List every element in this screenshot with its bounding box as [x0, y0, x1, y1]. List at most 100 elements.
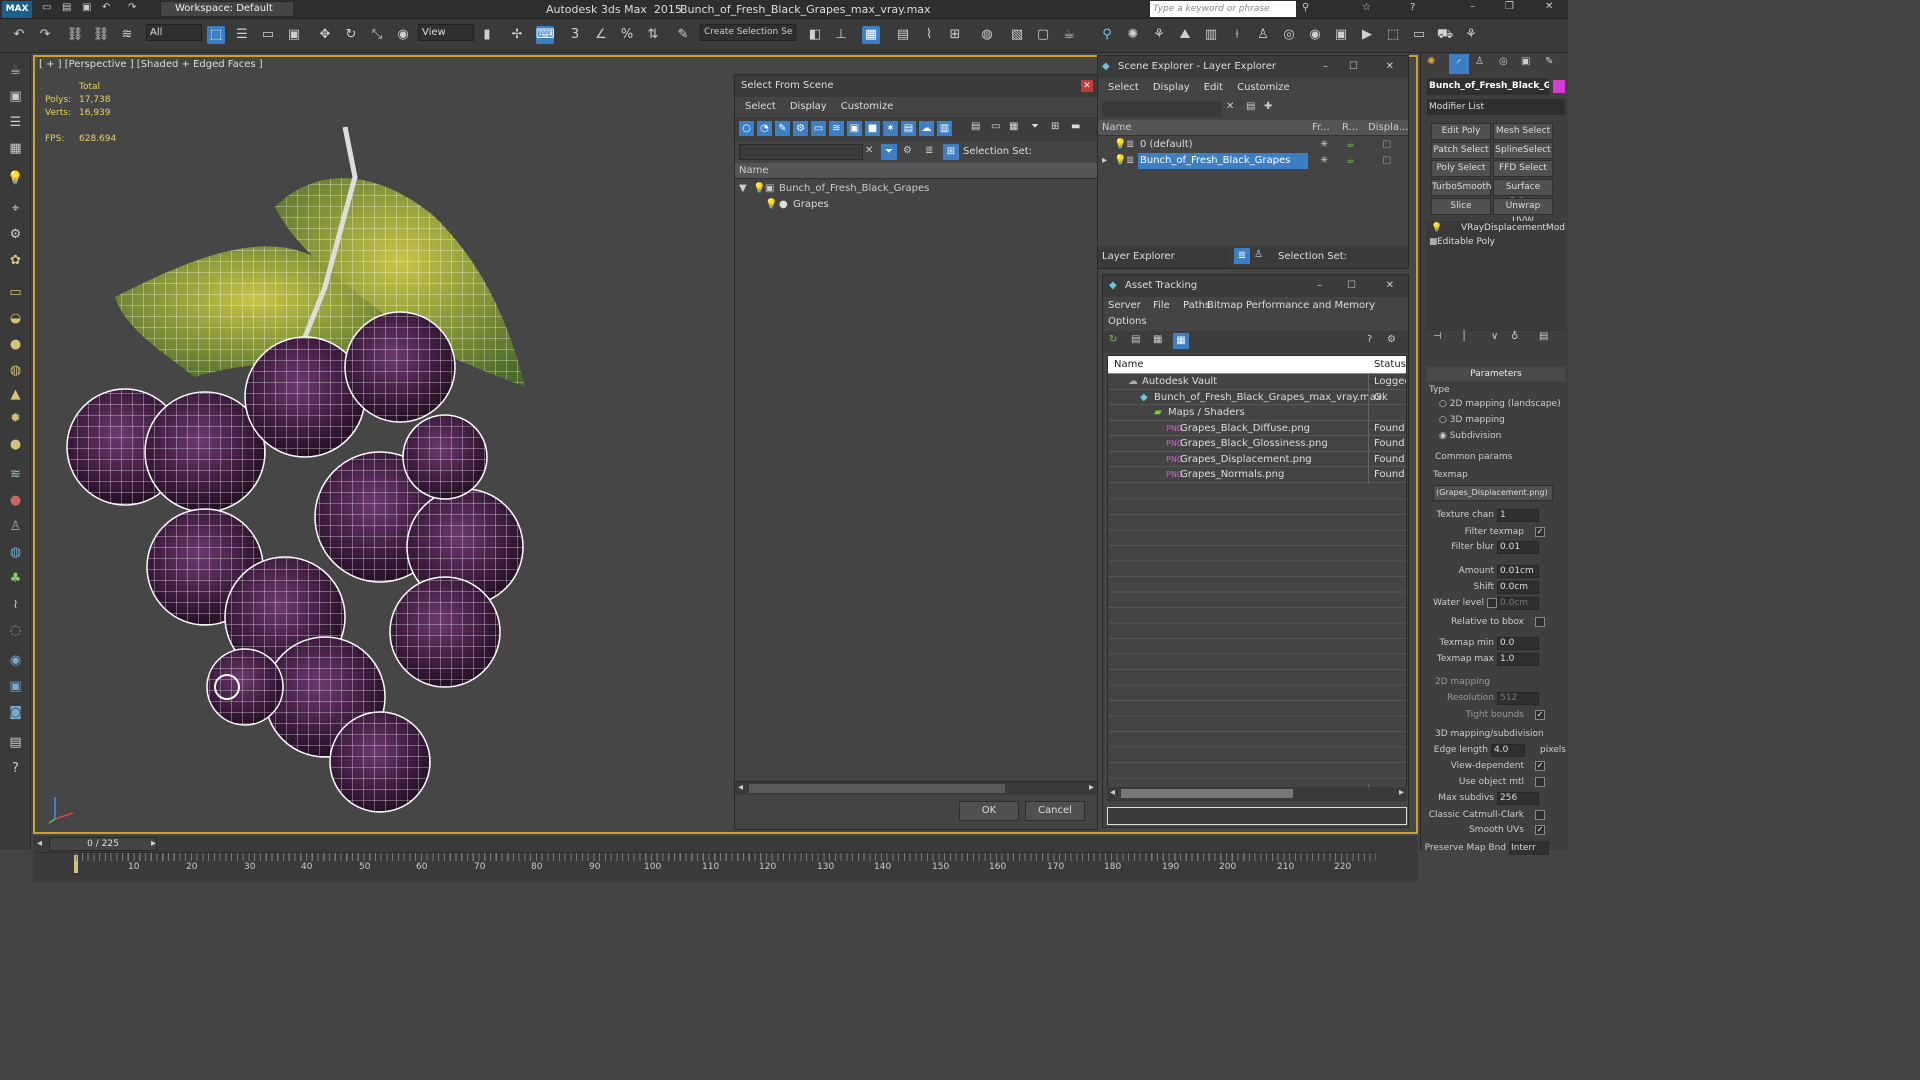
- water-level-checkbox[interactable]: [1487, 598, 1497, 608]
- help-icon[interactable]: ?: [1410, 2, 1415, 13]
- open-file-icon[interactable]: ▤: [62, 2, 71, 13]
- filter-helpers-icon[interactable]: ▭: [811, 121, 826, 136]
- radio-3d-mapping[interactable]: ○ 3D mapping: [1439, 415, 1505, 425]
- lightbulb-icon[interactable]: 💡: [1114, 137, 1126, 153]
- workspace-dropdown[interactable]: Workspace: Default: [160, 1, 294, 17]
- close-dialog-icon[interactable]: ✕: [1081, 80, 1093, 92]
- filter-geometry-icon[interactable]: ○: [739, 121, 754, 136]
- close-icon[interactable]: ✕: [1386, 56, 1394, 78]
- box-icon[interactable]: ▣: [6, 87, 25, 106]
- relative-to-bbox-checkbox[interactable]: [1535, 617, 1545, 627]
- select-manipulate-icon[interactable]: ✢: [508, 26, 526, 44]
- water-level-spinner[interactable]: 0.0cm: [1497, 597, 1539, 610]
- selection-filter-dropdown[interactable]: All: [146, 24, 202, 41]
- column-frozen[interactable]: Fr...: [1312, 120, 1330, 136]
- snap-toggle-icon[interactable]: 3: [566, 26, 584, 44]
- redo-icon[interactable]: ↷: [36, 26, 54, 44]
- vray-render-icon[interactable]: ◎: [1280, 26, 1298, 44]
- menu-customize[interactable]: Customize: [1233, 78, 1294, 98]
- display-box-icon[interactable]: ▢: [1382, 137, 1391, 153]
- asset-row[interactable]: ▰ Maps / Shaders: [1108, 405, 1406, 421]
- vray-light-icon[interactable]: ⚲: [1098, 26, 1116, 44]
- percent-snap-icon[interactable]: %: [618, 26, 636, 44]
- add-to-layer-icon[interactable]: ✚: [1264, 101, 1272, 112]
- close-icon[interactable]: ✕: [1386, 275, 1394, 297]
- window-crossing-icon[interactable]: ▣: [285, 26, 303, 44]
- maximize-icon[interactable]: ☐: [1349, 56, 1358, 78]
- asset-horizontal-scrollbar[interactable]: ◂ ▸: [1107, 787, 1407, 801]
- tree-row-bunch[interactable]: ▼ 💡 ▣ Bunch_of_Fresh_Black_Grapes: [735, 181, 1097, 197]
- refresh-icon[interactable]: ↻: [1109, 334, 1117, 345]
- menu-display[interactable]: Display: [1149, 78, 1194, 98]
- new-layer-icon[interactable]: ▤: [1246, 101, 1255, 112]
- freeze-icon[interactable]: ✳: [1320, 137, 1328, 153]
- hierarchy-tab-icon[interactable]: ♙: [1475, 56, 1484, 67]
- list-view-icon[interactable]: ▤: [1131, 334, 1140, 345]
- mirror-icon[interactable]: ◧: [806, 26, 824, 44]
- stack-item-editable-poly[interactable]: ■ Editable Poly: [1427, 235, 1565, 249]
- lightbulb-icon[interactable]: 💡: [1114, 153, 1126, 169]
- utilities-tab-icon[interactable]: ✎: [1545, 56, 1553, 67]
- time-slider-left-icon[interactable]: ◂: [37, 838, 42, 849]
- view-dependent-checkbox[interactable]: ✓: [1535, 761, 1545, 771]
- ok-button[interactable]: OK: [959, 801, 1019, 821]
- graphite-toolbar-icon[interactable]: ▤: [894, 26, 912, 44]
- texmap-button[interactable]: (Grapes_Displacement.png): [1433, 485, 1553, 501]
- blue-sphere-icon[interactable]: ◉: [6, 651, 25, 670]
- question-icon[interactable]: ?: [6, 759, 25, 778]
- edit-named-sets-icon[interactable]: ✎: [674, 26, 692, 44]
- atom-icon[interactable]: ●: [6, 491, 25, 510]
- vray-toolbar-a-icon[interactable]: ▣: [1332, 26, 1350, 44]
- filter-cameras-icon[interactable]: ⚙: [793, 121, 808, 136]
- smooth-uvs-checkbox[interactable]: ✓: [1535, 825, 1545, 835]
- layer-row-bunch[interactable]: ▸ 💡 ≣ Bunch_of_Fresh_Black_Grapes ✳ ☕ ▢: [1098, 153, 1408, 169]
- render-icon[interactable]: ◙: [6, 703, 25, 722]
- name-column-header[interactable]: Name: [735, 163, 1097, 179]
- show-end-result-icon[interactable]: │: [1461, 331, 1467, 342]
- menu-customize[interactable]: Customize: [837, 97, 898, 117]
- render-setup-icon[interactable]: ▧: [1008, 26, 1026, 44]
- render-teapot-icon[interactable]: ☕: [1346, 153, 1355, 169]
- torus-icon[interactable]: ◍: [6, 361, 25, 380]
- figure-icon[interactable]: ♙: [6, 517, 25, 536]
- modifier-list-dropdown[interactable]: Modifier List: [1427, 99, 1565, 115]
- lightbulb-icon[interactable]: 💡: [1431, 221, 1442, 235]
- plant-icon[interactable]: ♣: [6, 569, 25, 588]
- use-object-mtl-checkbox[interactable]: [1535, 777, 1545, 787]
- asset-row[interactable]: ☁ Autodesk Vault Logged: [1108, 374, 1406, 390]
- settings-icon[interactable]: ⚙: [1387, 334, 1396, 345]
- vray-proxy-icon[interactable]: ⟊: [1228, 26, 1246, 44]
- scroll-left-icon[interactable]: ◂: [1110, 787, 1115, 798]
- turbosmooth-button[interactable]: TurboSmooth: [1431, 179, 1491, 196]
- object-color-swatch[interactable]: [1553, 80, 1565, 93]
- ffd-select-button[interactable]: FFD Select: [1493, 160, 1553, 177]
- texture-chan-spinner[interactable]: 1: [1497, 509, 1539, 522]
- radio-icon[interactable]: ○: [1439, 415, 1450, 425]
- layers-icon[interactable]: ≣: [925, 145, 933, 156]
- vray-fur-icon[interactable]: ⚘: [1150, 26, 1168, 44]
- display-tab-icon[interactable]: ▣: [1521, 56, 1530, 67]
- clear-find-icon[interactable]: ✕: [865, 145, 873, 156]
- link-icon[interactable]: ⛓: [66, 26, 84, 44]
- redo-small-icon[interactable]: ↷: [128, 2, 136, 13]
- lightbulb-icon[interactable]: 💡: [765, 197, 777, 213]
- horizontal-scrollbar[interactable]: ◂ ▸: [735, 781, 1097, 795]
- schematic-view-icon[interactable]: ⊞: [946, 26, 964, 44]
- place-icon[interactable]: ◉: [394, 26, 412, 44]
- expand-icon[interactable]: ▬: [1071, 121, 1080, 132]
- table-view-icon[interactable]: ▦: [1173, 333, 1189, 349]
- shift-spinner[interactable]: 0.0cm: [1497, 581, 1539, 594]
- make-unique-icon[interactable]: ∨: [1491, 331, 1498, 342]
- lamp-icon[interactable]: 💡: [6, 169, 25, 188]
- vray-toolbar-d-icon[interactable]: ▭: [1410, 26, 1428, 44]
- vray-toolbar-e-icon[interactable]: ⛟: [1436, 26, 1454, 44]
- preserve-map-bnd-dropdown[interactable]: Interr: [1509, 841, 1549, 855]
- menu-select[interactable]: Select: [741, 97, 780, 117]
- modify-tab-icon[interactable]: ◜: [1449, 54, 1469, 74]
- filter-texmap-checkbox[interactable]: ✓: [1535, 527, 1545, 537]
- radio-icon[interactable]: ○: [1439, 399, 1450, 409]
- list-icon[interactable]: ☰: [6, 113, 25, 132]
- named-selection-set-dropdown[interactable]: Create Selection Se: [700, 24, 796, 41]
- save-icon[interactable]: ▣: [82, 2, 91, 13]
- scroll-left-icon[interactable]: ◂: [738, 782, 743, 793]
